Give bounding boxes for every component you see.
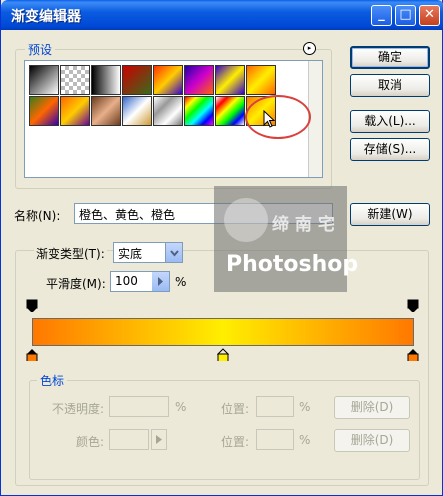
minimize-button[interactable]: _ — [371, 5, 392, 26]
preset-swatch[interactable] — [215, 96, 245, 126]
delete-opacity-stop-button[interactable]: 删除(D) — [334, 396, 410, 419]
preset-swatch[interactable] — [215, 65, 245, 95]
preset-swatch[interactable] — [184, 96, 214, 126]
gradient-editor-window: 渐变编辑器 _ □ ✕ 预设 ▸ 确定 取消 载入(L)... 存储(S)...… — [0, 0, 443, 496]
title-bar[interactable]: 渐变编辑器 _ □ ✕ — [1, 0, 443, 30]
color-stop-left-icon[interactable] — [26, 348, 38, 361]
save-button[interactable]: 存储(S)... — [350, 138, 430, 161]
chevron-down-icon[interactable] — [165, 243, 182, 262]
ok-button[interactable]: 确定 — [350, 46, 430, 69]
flower-logo-icon — [224, 198, 268, 242]
preset-swatch[interactable] — [91, 65, 121, 95]
preset-swatch[interactable] — [122, 96, 152, 126]
color-label: 颜色: — [76, 435, 105, 449]
photoshop-watermark: 缔 南 宅 Photoshop — [214, 186, 358, 292]
smoothness-label: 平滑度(M): — [46, 277, 106, 291]
opacity-unit: % — [175, 400, 187, 414]
opacity-position-label: 位置: — [221, 402, 250, 416]
opacity-stop-right-icon[interactable] — [407, 299, 419, 312]
mouse-pointer-icon — [263, 110, 275, 128]
color-position-unit: % — [299, 433, 311, 447]
opacity-position-unit: % — [299, 400, 311, 414]
opacity-position-input[interactable] — [256, 396, 294, 417]
delete-color-stop-button[interactable]: 删除(D) — [334, 429, 410, 452]
opacity-stop-left-icon[interactable] — [26, 299, 38, 312]
preset-swatch[interactable] — [91, 96, 121, 126]
maximize-button[interactable]: □ — [395, 5, 416, 26]
new-button[interactable]: 新建(W) — [350, 203, 430, 226]
preset-swatch[interactable] — [246, 65, 276, 95]
name-label: 名称(N): — [14, 209, 61, 223]
preset-swatch[interactable] — [122, 65, 152, 95]
preset-swatch[interactable] — [29, 65, 59, 95]
smoothness-arrow-icon[interactable] — [152, 272, 169, 291]
presets-menu-icon[interactable]: ▸ — [303, 42, 316, 55]
load-button[interactable]: 载入(L)... — [350, 110, 430, 133]
preset-swatch[interactable] — [153, 96, 183, 126]
stops-label: 色标 — [37, 372, 68, 389]
window-title: 渐变编辑器 — [11, 9, 81, 25]
watermark-script: 缔 南 宅 — [272, 215, 335, 235]
gradient-type-label: 渐变类型(T): — [34, 245, 107, 262]
color-position-input[interactable] — [256, 429, 294, 450]
preset-swatch[interactable] — [60, 65, 90, 95]
color-position-label: 位置: — [221, 435, 250, 449]
close-button[interactable]: ✕ — [419, 5, 440, 26]
gradient-preview-bar[interactable] — [32, 318, 414, 346]
color-arrow-icon[interactable] — [151, 429, 167, 450]
preset-swatch[interactable] — [29, 96, 59, 126]
preset-swatch[interactable] — [60, 96, 90, 126]
smoothness-unit: % — [175, 275, 187, 289]
opacity-input[interactable] — [109, 396, 169, 417]
preset-swatch[interactable] — [153, 65, 183, 95]
presets-label: 预设 — [25, 41, 56, 58]
cancel-button[interactable]: 取消 — [350, 74, 430, 97]
color-swatch[interactable] — [109, 429, 149, 450]
highlight-ring — [245, 95, 311, 139]
color-stop-middle-icon[interactable] — [217, 348, 229, 361]
preset-swatch[interactable] — [184, 65, 214, 95]
watermark-text: Photoshop — [226, 252, 359, 277]
color-stop-right-icon[interactable] — [407, 348, 419, 361]
opacity-label: 不透明度: — [52, 402, 105, 416]
